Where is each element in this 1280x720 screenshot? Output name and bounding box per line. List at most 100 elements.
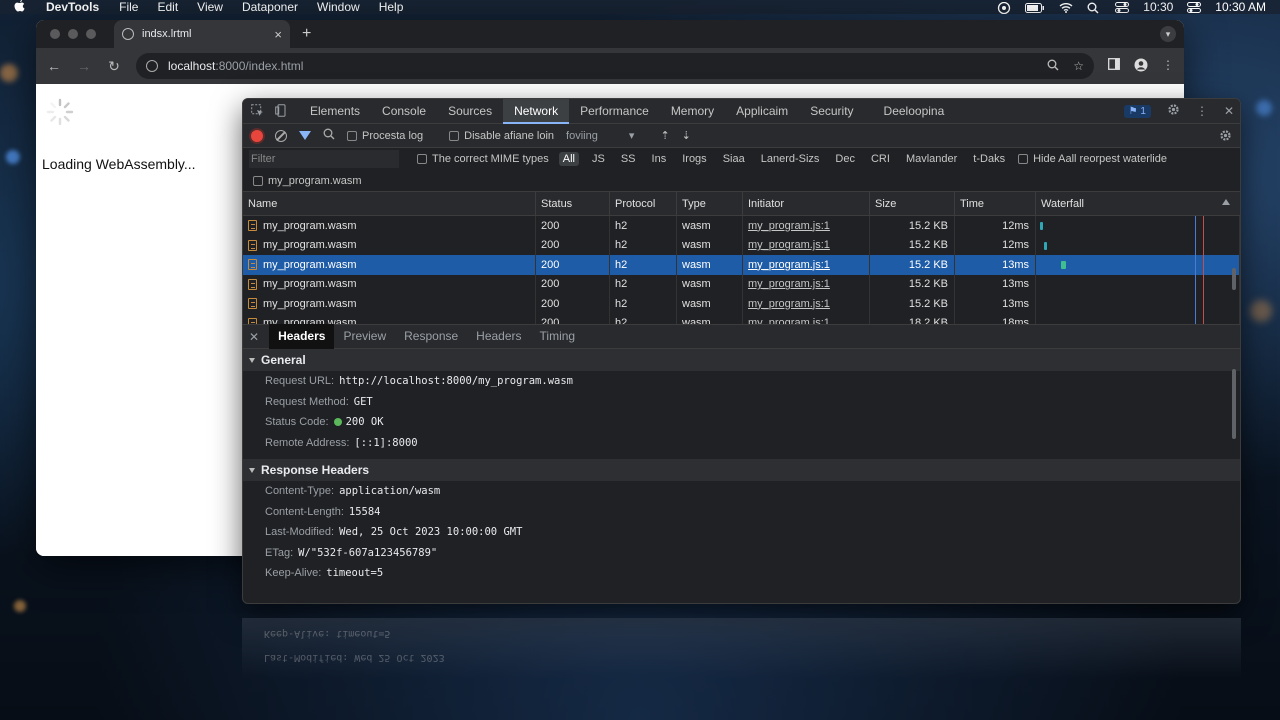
zoom-window-button[interactable] — [86, 29, 96, 39]
column-header-waterfall[interactable]: Waterfall — [1036, 192, 1240, 215]
filter-funnel-icon[interactable] — [299, 131, 311, 140]
tab-extra[interactable]: Deeloopina — [873, 99, 956, 124]
detail-tab-response[interactable]: Response — [395, 324, 467, 349]
filter-type-css[interactable]: SS — [618, 152, 639, 166]
column-header-size[interactable]: Size — [870, 192, 955, 215]
filter-type-ins[interactable]: Ins — [649, 152, 670, 166]
filter-type-sizes[interactable]: Lanerd-Sizs — [758, 152, 823, 166]
request-initiator[interactable]: my_program.js:1 — [743, 313, 870, 324]
control-center-icon[interactable] — [997, 1, 1011, 15]
detail-tab-timing[interactable]: Timing — [531, 324, 585, 349]
tab-network[interactable]: Network — [503, 99, 570, 124]
reload-icon[interactable]: ↻ — [106, 58, 122, 75]
filter-file-checkbox[interactable]: my_program.wasm — [253, 175, 362, 187]
devtools-menu-icon[interactable]: ⋮ — [1196, 104, 1208, 118]
table-row[interactable]: my_program.wasm 200 h2 wasm my_program.js:1 1… — [243, 255, 1240, 275]
initiator-link[interactable]: my_program.js:1 — [748, 239, 830, 251]
spotlight-search-icon[interactable] — [1087, 2, 1101, 14]
battery-icon[interactable] — [1025, 2, 1045, 13]
browser-tab[interactable]: indsx.lrtml × — [114, 20, 290, 48]
request-initiator[interactable]: my_program.js:1 — [743, 255, 870, 275]
column-header-status[interactable]: Status — [536, 192, 610, 215]
new-tab-button[interactable]: + — [302, 25, 311, 43]
address-bar[interactable]: localhost:8000/index.html ☆ — [136, 53, 1094, 79]
issues-badge[interactable]: ⚑ 1 — [1123, 104, 1151, 118]
initiator-link[interactable]: my_program.js:1 — [748, 298, 830, 310]
column-header-name[interactable]: Name — [243, 192, 536, 215]
disable-cache-checkbox[interactable]: Disable afiane loin — [449, 130, 554, 142]
filter-type-img[interactable]: Irogs — [679, 152, 709, 166]
devtools-close-icon[interactable]: ✕ — [1224, 104, 1234, 118]
general-section-header[interactable]: General — [243, 349, 1240, 371]
invert-checkbox[interactable]: The correct MIME types — [417, 153, 549, 165]
detail-scrollbar-thumb[interactable] — [1232, 369, 1236, 439]
tab-security[interactable]: Security — [799, 99, 864, 124]
menubar-clock[interactable]: 10:30 AM — [1215, 0, 1266, 14]
back-arrow-icon[interactable]: ← — [46, 58, 62, 74]
side-panel-icon[interactable] — [1108, 57, 1120, 75]
menubar-edit[interactable]: Edit — [157, 0, 178, 14]
initiator-link[interactable]: my_program.js:1 — [748, 278, 830, 290]
detail-tab-headers[interactable]: Headers — [269, 324, 335, 349]
tab-application[interactable]: Applicaim — [725, 99, 799, 124]
column-header-protocol[interactable]: Protocol — [610, 192, 677, 215]
minimize-window-button[interactable] — [68, 29, 78, 39]
tab-performance[interactable]: Performance — [569, 99, 660, 124]
request-initiator[interactable]: my_program.js:1 — [743, 294, 870, 314]
toggle-switches-icon[interactable] — [1115, 2, 1130, 13]
menubar-clock-short[interactable]: 10:30 — [1143, 0, 1173, 14]
menubar-window[interactable]: Window — [317, 0, 360, 14]
bookmark-star-icon[interactable]: ☆ — [1073, 59, 1084, 74]
table-row[interactable]: my_program.wasm 200 h2 wasm my_program.js:1 1… — [243, 216, 1240, 236]
menubar-app-name[interactable]: DevTools — [46, 0, 99, 14]
profile-avatar-icon[interactable] — [1134, 58, 1148, 75]
search-icon[interactable] — [323, 128, 335, 143]
request-initiator[interactable]: my_program.js:1 — [743, 216, 870, 236]
sort-ascending-icon[interactable] — [1222, 199, 1230, 205]
filter-input[interactable]: Filter — [249, 150, 399, 168]
filter-type-doc[interactable]: Dec — [832, 152, 858, 166]
preserve-log-checkbox[interactable]: Procesta log — [347, 130, 423, 142]
tab-console[interactable]: Console — [371, 99, 437, 124]
tab-memory[interactable]: Memory — [660, 99, 725, 124]
forward-arrow-icon[interactable]: → — [76, 58, 92, 74]
export-har-icon[interactable]: ⇣ — [682, 129, 691, 142]
clear-log-icon[interactable] — [275, 129, 287, 142]
table-row[interactable]: my_program.wasm 200 h2 wasm my_program.js:1 1… — [243, 274, 1240, 294]
filter-type-manifest[interactable]: Mavlander — [903, 152, 960, 166]
filter-type-data[interactable]: t-Daks — [970, 152, 1008, 166]
table-row[interactable]: my_program.wasm 200 h2 wasm my_program.js:1 1… — [243, 313, 1240, 324]
apple-icon[interactable] — [14, 0, 28, 15]
request-initiator[interactable]: my_program.js:1 — [743, 274, 870, 294]
device-toolbar-icon[interactable] — [275, 104, 289, 118]
initiator-link[interactable]: my_program.js:1 — [748, 317, 830, 324]
menubar-dataponer[interactable]: Dataponer — [242, 0, 298, 14]
filter-type-js[interactable]: JS — [589, 152, 608, 166]
inspect-element-icon[interactable] — [251, 104, 265, 118]
filter-type-all[interactable]: All — [558, 152, 579, 166]
zoom-magnifier-icon[interactable] — [1047, 59, 1059, 74]
detail-tab-preview[interactable]: Preview — [334, 324, 395, 349]
tab-elements[interactable]: Elements — [299, 99, 371, 124]
filter-type-cri[interactable]: CRI — [868, 152, 893, 166]
record-button[interactable] — [251, 129, 263, 142]
table-row[interactable]: my_program.wasm 200 h2 wasm my_program.js:1 1… — [243, 235, 1240, 255]
throttling-select[interactable]: foviing ▾ — [566, 129, 634, 142]
import-har-icon[interactable]: ⇡ — [660, 129, 669, 142]
tab-search-chevron-icon[interactable]: ▾ — [1160, 26, 1176, 42]
kebab-menu-icon[interactable]: ⋮ — [1162, 58, 1174, 75]
initiator-link[interactable]: my_program.js:1 — [748, 259, 830, 271]
close-detail-icon[interactable]: ✕ — [249, 330, 259, 344]
network-settings-gear-icon[interactable] — [1219, 129, 1232, 145]
column-header-initiator[interactable]: Initiator — [743, 192, 870, 215]
hide-option-checkbox[interactable]: Hide Aall reorpest waterlide — [1018, 153, 1167, 165]
response-headers-section-header[interactable]: Response Headers — [243, 459, 1240, 481]
table-row[interactable]: my_program.wasm 200 h2 wasm my_program.js:1 1… — [243, 294, 1240, 314]
control-center-icon-2[interactable] — [1187, 2, 1202, 13]
table-scrollbar-thumb[interactable] — [1232, 268, 1236, 290]
close-window-button[interactable] — [50, 29, 60, 39]
detail-tab-headers-2[interactable]: Headers — [467, 324, 530, 349]
wifi-icon[interactable] — [1059, 2, 1073, 13]
tab-sources[interactable]: Sources — [437, 99, 503, 124]
column-header-time[interactable]: Time — [955, 192, 1036, 215]
